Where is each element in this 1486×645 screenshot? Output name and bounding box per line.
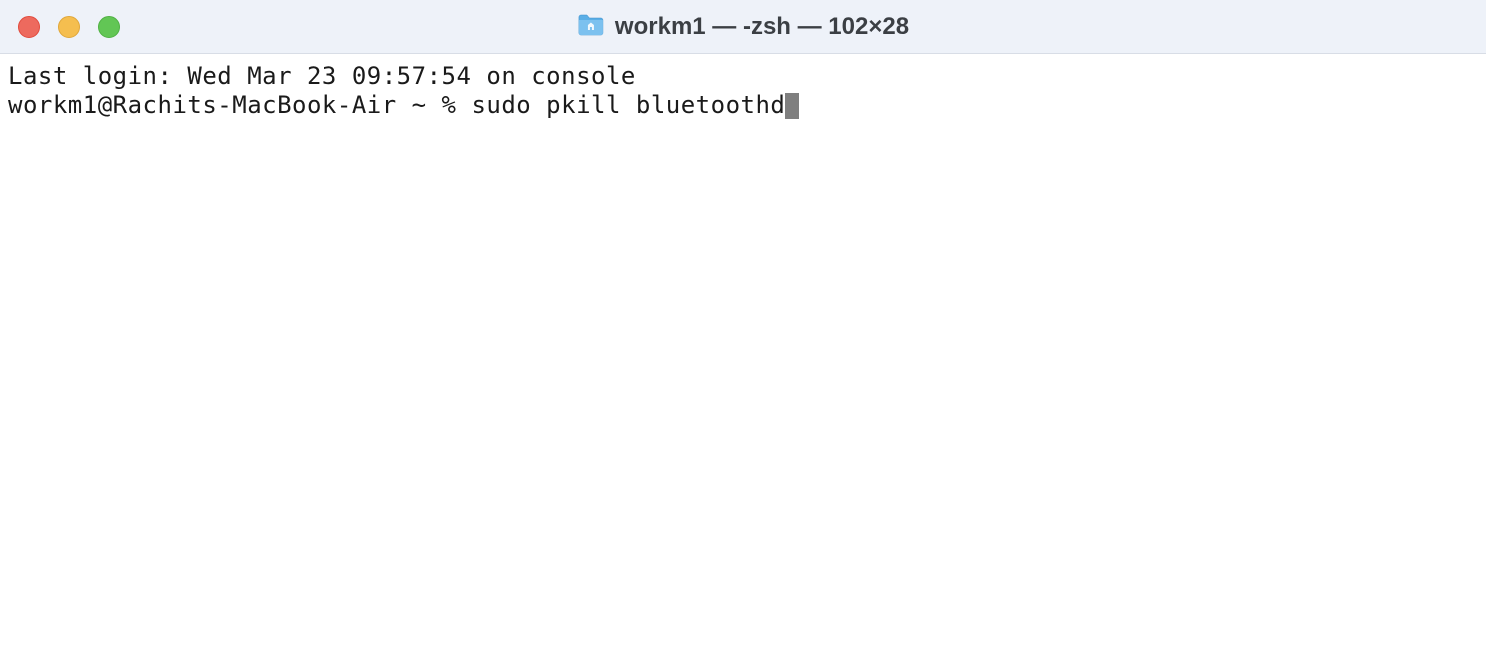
home-folder-icon (577, 13, 605, 41)
terminal-cursor (785, 93, 799, 119)
window-title-bar: workm1 — -zsh — 102×28 (0, 0, 1486, 54)
terminal-content-area[interactable]: Last login: Wed Mar 23 09:57:54 on conso… (0, 54, 1486, 645)
maximize-window-button[interactable] (98, 16, 120, 38)
traffic-lights (0, 16, 120, 38)
window-title: workm1 — -zsh — 102×28 (615, 13, 909, 41)
prompt-line: workm1@Rachits-MacBook-Air ~ % sudo pkil… (8, 91, 1478, 120)
minimize-window-button[interactable] (58, 16, 80, 38)
typed-command: sudo pkill bluetoothd (471, 91, 785, 120)
shell-prompt: workm1@Rachits-MacBook-Air ~ % (8, 91, 471, 120)
last-login-line: Last login: Wed Mar 23 09:57:54 on conso… (8, 62, 1478, 91)
title-center: workm1 — -zsh — 102×28 (577, 13, 909, 41)
close-window-button[interactable] (18, 16, 40, 38)
